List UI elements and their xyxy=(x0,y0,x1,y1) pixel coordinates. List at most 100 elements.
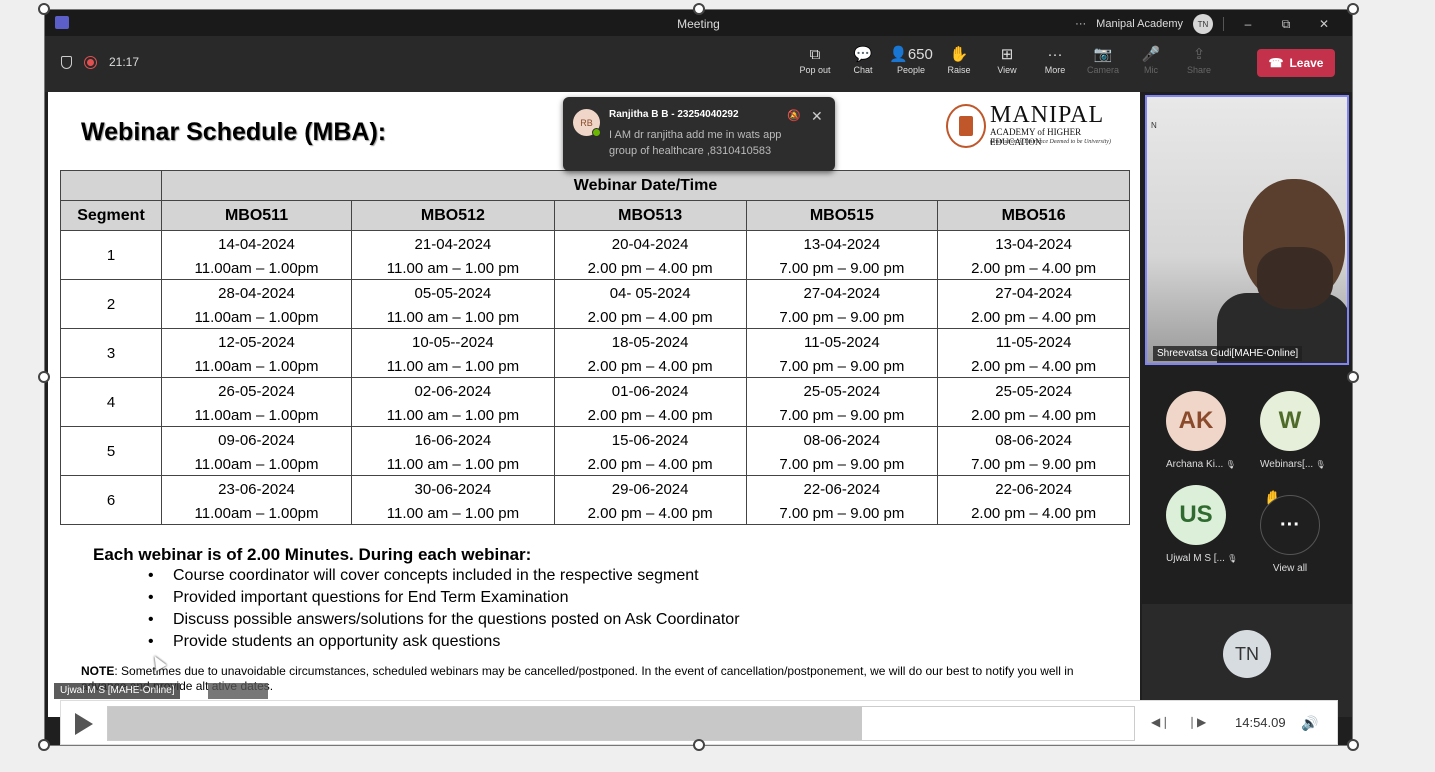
view-button[interactable]: ⊞ View xyxy=(983,45,1031,75)
webinar-date: 15-06-2024 xyxy=(611,431,689,449)
participant-name: Ujwal M S [... 🎙 xyxy=(1166,553,1237,564)
schedule-table: Webinar Date/Time Segment MBO511 MBO512 MB… xyxy=(60,170,1130,525)
course-header: MBO513 xyxy=(553,200,747,231)
resize-handle[interactable] xyxy=(38,3,50,15)
webinar-date: 22-06-2024 xyxy=(995,480,1072,498)
meeting-timer: 21:17 xyxy=(109,55,140,69)
resize-handle[interactable] xyxy=(1347,739,1359,751)
more-options-icon[interactable]: ··· xyxy=(1075,18,1086,30)
participant-tile[interactable]: W Webinars[... 🎙 xyxy=(1260,391,1326,470)
webinar-date: 30-06-2024 xyxy=(414,480,492,498)
schedule-cell: 27-04-2024 2.00 pm – 4.00 pm xyxy=(937,279,1130,329)
table-row: 1 14-04-2024 11.00am – 1.00pm 21-04-2024 11.… xyxy=(60,230,1130,280)
chat-icon: 💬 xyxy=(853,46,873,63)
volume-icon[interactable]: 🔊 xyxy=(1301,715,1318,732)
video-background-text: N xyxy=(1151,121,1157,130)
segment-cell: 2 xyxy=(60,279,162,329)
segment-cell: 6 xyxy=(60,475,162,525)
mic-icon: 🎤 xyxy=(1141,46,1161,63)
minimize-button[interactable]: – xyxy=(1234,17,1262,31)
webinar-date: 27-04-2024 xyxy=(995,284,1072,302)
schedule-cell: 18-05-2024 2.00 pm – 4.00 pm xyxy=(553,328,747,378)
schedule-cell: 28-04-2024 11.00am – 1.00pm xyxy=(160,279,353,329)
play-icon[interactable] xyxy=(75,713,93,735)
share-button[interactable]: ⇪ Share xyxy=(1175,45,1223,75)
mic-muted-icon: 🎙 xyxy=(1224,554,1238,563)
close-window-button[interactable]: ✕ xyxy=(1310,17,1338,31)
people-button[interactable]: 👤650 People xyxy=(887,45,935,75)
toolbar-buttons: ⧉ Pop out 💬 Chat 👤650 People ✋ Raise ⊞ View ··· Mor… xyxy=(791,45,1223,75)
leave-button[interactable]: ☎ Leave xyxy=(1257,49,1335,77)
bullet-item: Discuss possible answers/solutions for t… xyxy=(173,611,740,633)
webinar-date: 25-05-2024 xyxy=(995,382,1072,400)
chat-button[interactable]: 💬 Chat xyxy=(839,45,887,75)
participant-name: Webinars[... 🎙 xyxy=(1260,459,1326,470)
caption-overlay xyxy=(208,683,268,699)
schedule-cell: 04- 05-2024 2.00 pm – 4.00 pm xyxy=(553,279,747,329)
people-icon: 👤650 xyxy=(889,46,933,63)
speaker-video[interactable]: N Shreevatsa Gudi[MAHE-Online] xyxy=(1145,95,1349,365)
participant-tile[interactable]: US Ujwal M S [... 🎙 xyxy=(1166,485,1237,564)
presence-dot xyxy=(592,128,601,137)
logo-line3: (Institution of Eminence Deemed to be Un… xyxy=(990,139,1111,145)
webinar-date: 08-06-2024 xyxy=(803,431,881,449)
webinar-date: 21-04-2024 xyxy=(414,235,492,253)
webinar-time: 11.00am – 1.00pm xyxy=(194,455,319,473)
resize-handle[interactable] xyxy=(38,739,50,751)
manipal-logo: MANIPAL ACADEMY of HIGHER EDUCATION (Ins… xyxy=(944,100,1134,152)
webinar-date: 09-06-2024 xyxy=(218,431,295,449)
course-header: MBO516 xyxy=(937,200,1130,231)
mute-notification-icon[interactable]: 🔕 xyxy=(787,109,801,122)
more-button[interactable]: ··· More xyxy=(1031,45,1079,75)
notification-message: I AM dr ranjitha add me in wats app grou… xyxy=(609,129,782,157)
restore-button[interactable]: ⧉ xyxy=(1272,17,1300,32)
webinar-date: 12-05-2024 xyxy=(218,333,295,351)
bullet-item: Provided important questions for End Ter… xyxy=(173,589,740,611)
sender-name: Ranjitha B B - 23254040292 xyxy=(609,109,739,120)
resize-handle[interactable] xyxy=(1347,371,1359,383)
schedule-cell: 08-06-2024 7.00 pm – 9.00 pm xyxy=(745,426,939,476)
close-notification-button[interactable]: ✕ xyxy=(811,108,823,125)
view-all-button[interactable]: ··· View all xyxy=(1260,495,1320,574)
speaker-beard xyxy=(1257,247,1333,309)
camera-button[interactable]: 📷 Camera xyxy=(1079,45,1127,75)
schedule-cell: 13-04-2024 7.00 pm – 9.00 pm xyxy=(745,230,939,280)
schedule-cell: 27-04-2024 7.00 pm – 9.00 pm xyxy=(745,279,939,329)
previous-frame-icon[interactable]: ◀❘ xyxy=(1151,715,1170,729)
mic-button[interactable]: 🎤 Mic xyxy=(1127,45,1175,75)
webinar-time: 7.00 pm – 9.00 pm xyxy=(779,406,905,424)
more-icon: ··· xyxy=(1047,46,1063,63)
webinar-time: 7.00 pm – 9.00 pm xyxy=(779,504,905,522)
webinar-date: 28-04-2024 xyxy=(218,284,295,302)
pop-out-button[interactable]: ⧉ Pop out xyxy=(791,45,839,75)
participant-caption: Ujwal M S [MAHE-Online] xyxy=(54,683,181,699)
table-row: 2 28-04-2024 11.00am – 1.00pm 05-05-2024 11.… xyxy=(60,279,1130,329)
toolbar-button-label: Chat xyxy=(853,65,873,75)
schedule-cell: 22-06-2024 2.00 pm – 4.00 pm xyxy=(937,475,1130,525)
playback-time: 14:54.09 xyxy=(1235,715,1286,730)
schedule-cell: 13-04-2024 2.00 pm – 4.00 pm xyxy=(937,230,1130,280)
schedule-cell: 14-04-2024 11.00am – 1.00pm xyxy=(160,230,353,280)
toolbar-button-label: More xyxy=(1044,65,1066,75)
next-frame-icon[interactable]: ❘▶ xyxy=(1187,715,1206,729)
user-avatar[interactable]: TN xyxy=(1193,14,1213,34)
org-name[interactable]: Manipal Academy xyxy=(1096,18,1183,30)
webinar-time: 11.00am – 1.00pm xyxy=(194,406,319,424)
raise-button[interactable]: ✋ Raise xyxy=(935,45,983,75)
resize-handle[interactable] xyxy=(1347,3,1359,15)
webinar-time: 11.00am – 1.00pm xyxy=(194,259,319,277)
resize-handle[interactable] xyxy=(38,371,50,383)
chat-notification[interactable]: RB Ranjitha B B - 23254040292 🔕 ✕ I AM d… xyxy=(563,97,835,171)
resize-handle[interactable] xyxy=(693,739,705,751)
resize-handle[interactable] xyxy=(693,3,705,15)
segment-header: Segment xyxy=(60,200,162,231)
webinar-time: 7.00 pm – 9.00 pm xyxy=(779,259,905,277)
webinar-date: 11-05-2024 xyxy=(995,333,1072,351)
webinar-time: 7.00 pm – 9.00 pm xyxy=(971,455,1097,473)
participant-avatar: US xyxy=(1166,485,1226,545)
table-row: 6 23-06-2024 11.00am – 1.00pm 30-06-2024 11.… xyxy=(60,475,1130,525)
schedule-cell: 23-06-2024 11.00am – 1.00pm xyxy=(160,475,353,525)
webinar-time: 2.00 pm – 4.00 pm xyxy=(587,259,713,277)
participant-tile[interactable]: AK Archana Ki... 🎙 xyxy=(1166,391,1236,470)
seek-bar[interactable] xyxy=(107,706,1135,741)
